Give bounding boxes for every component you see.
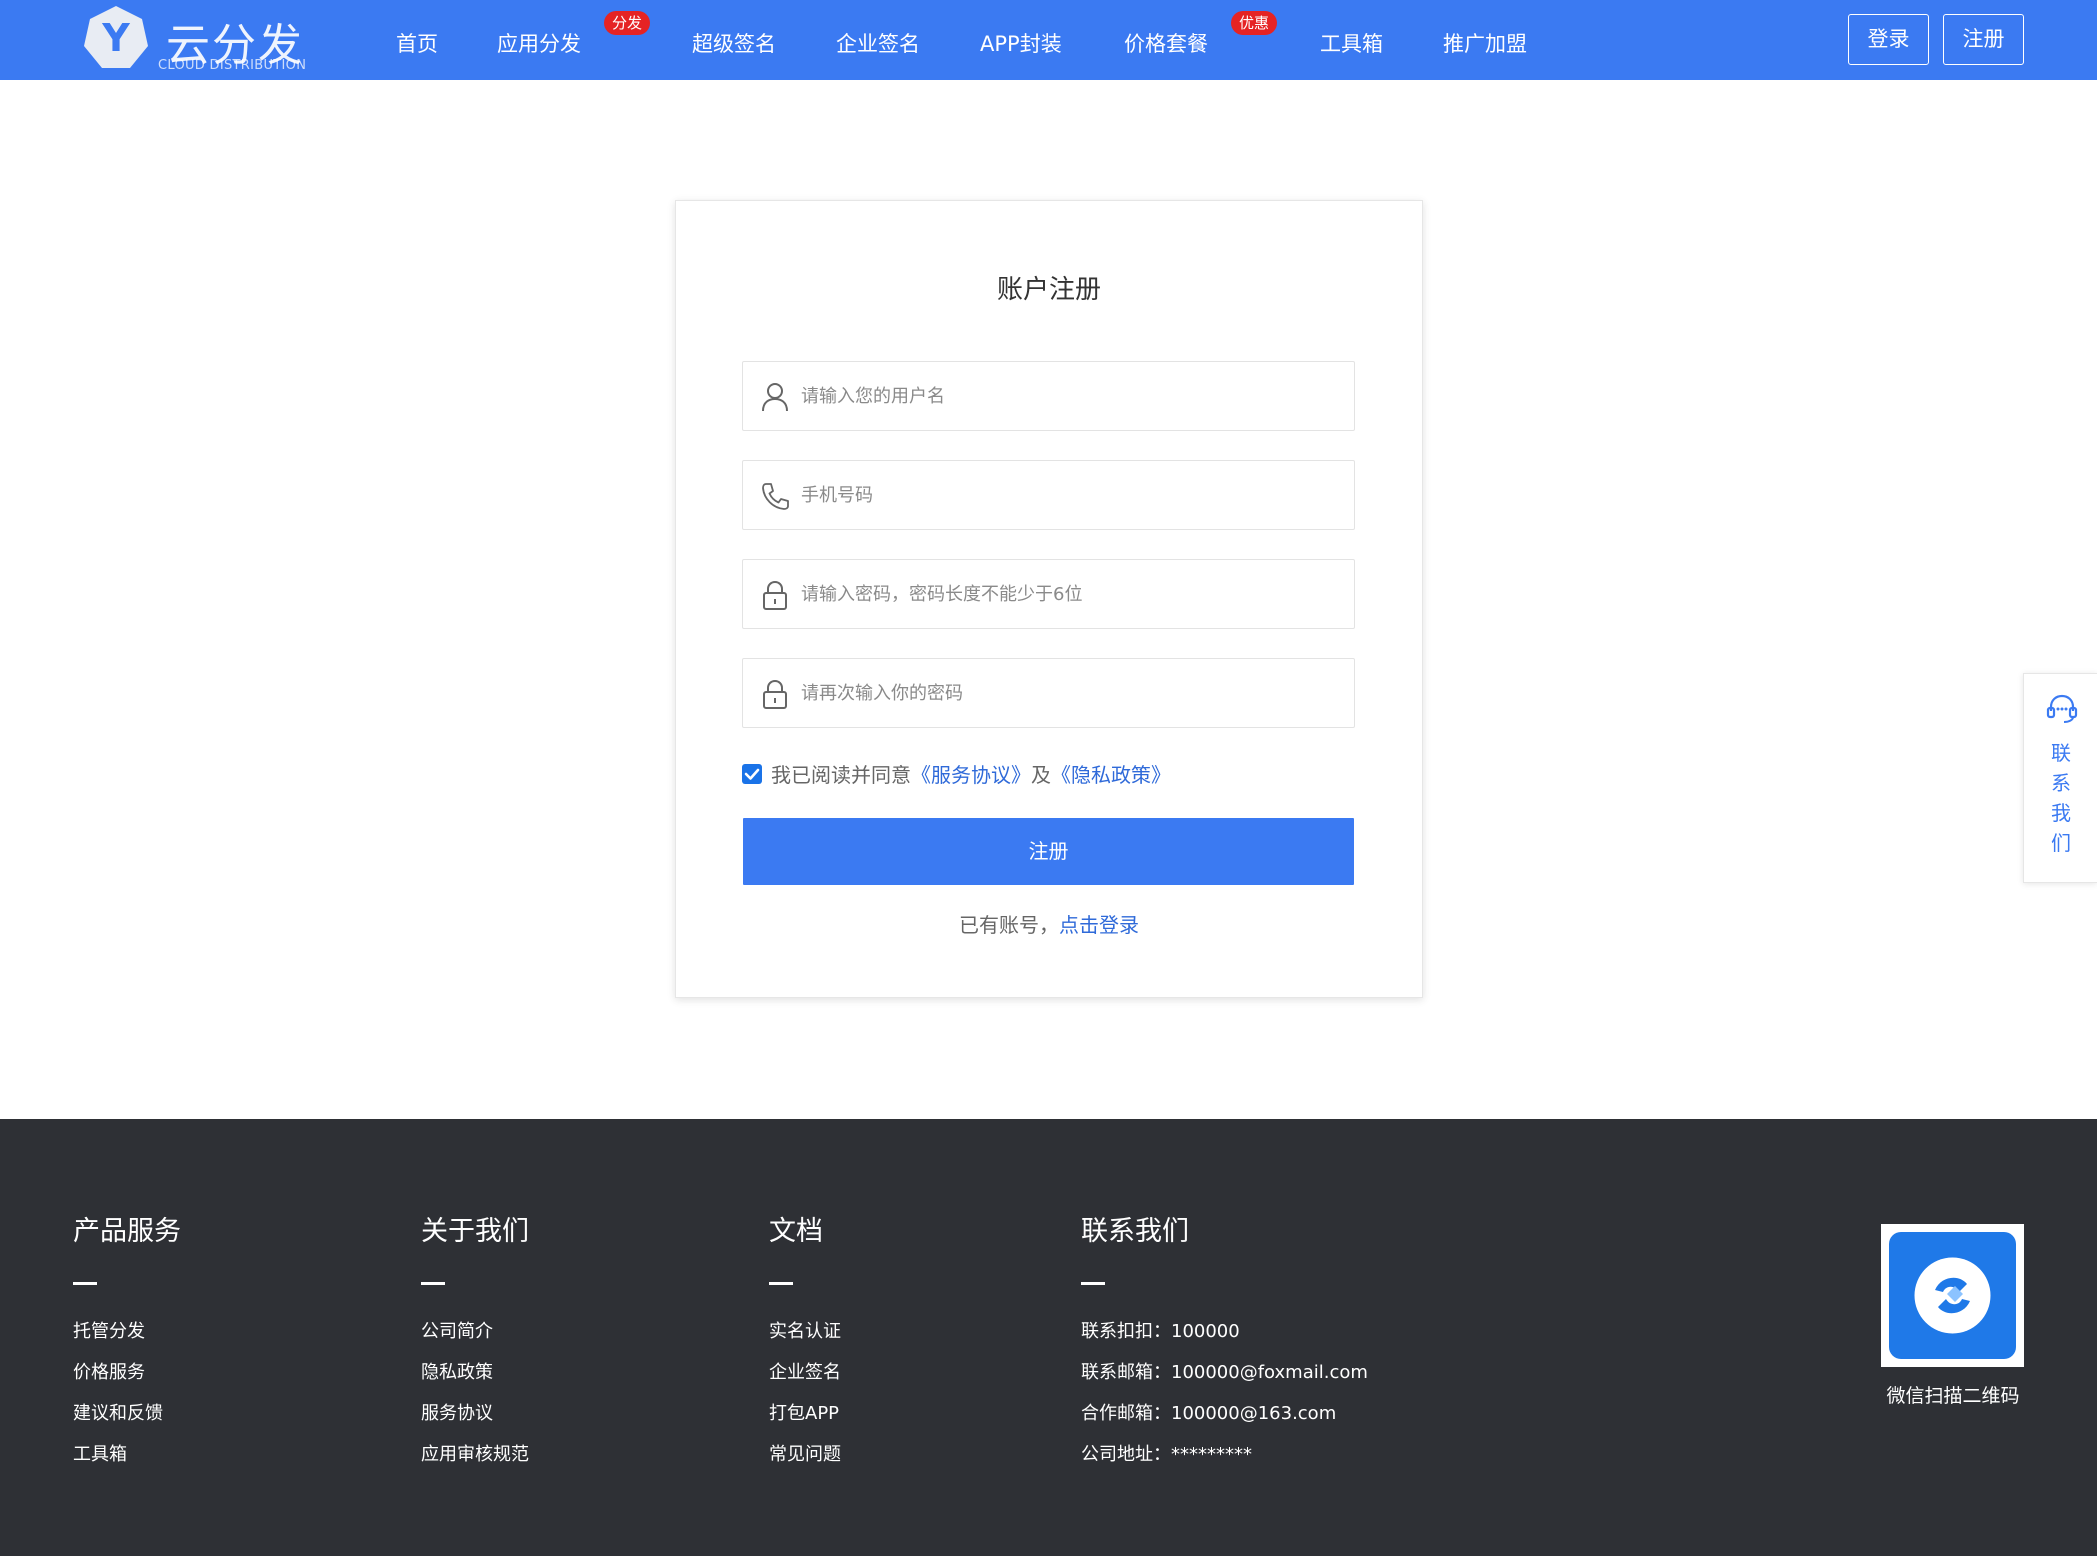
footer-link[interactable]: 企业签名 [769, 1352, 841, 1393]
agree-prefix: 我已阅读并同意 [771, 763, 911, 787]
nav-item-super-signature[interactable]: 超级签名 [692, 28, 776, 58]
user-icon [762, 383, 788, 412]
footer-link[interactable]: 实名认证 [769, 1311, 841, 1352]
footer-column-contact: 联系我们 联系扣扣：100000 联系邮箱：100000@foxmail.com… [1081, 1209, 1368, 1475]
contact-email: 联系邮箱：100000@foxmail.com [1081, 1362, 1368, 1383]
lock-icon [763, 580, 787, 610]
contact-us-label: 联系我们 [2051, 741, 2071, 855]
password-input[interactable] [801, 560, 1341, 628]
site-footer: 产品服务 托管分发 价格服务 建议和反馈 工具箱 关于我们 公司简介 隐私政策 … [0, 1119, 2097, 1556]
footer-link[interactable]: 常见问题 [769, 1434, 841, 1475]
nav-badge-discount: 优惠 [1231, 11, 1278, 35]
footer-divider [421, 1282, 445, 1285]
svg-text:Y: Y [101, 16, 130, 60]
footer-column-about: 关于我们 公司简介 隐私政策 服务协议 应用审核规范 [421, 1209, 529, 1475]
qr-caption: 微信扫描二维码 [1886, 1385, 2020, 1407]
phone-field[interactable] [742, 460, 1355, 530]
footer-link[interactable]: 打包APP [769, 1393, 841, 1434]
register-card: 账户注册 我已阅 [675, 200, 1423, 998]
business-email: 合作邮箱：100000@163.com [1081, 1403, 1337, 1424]
brand-logo[interactable]: Y 云分发 CLOUD DISTRIBUTION [82, 4, 306, 76]
company-address: 公司地址：********* [1081, 1444, 1252, 1465]
agree-and: 及 [1031, 763, 1051, 787]
login-prompt: 已有账号，点击登录 [676, 909, 1422, 938]
qr-app-tile [1889, 1232, 2016, 1359]
footer-divider [73, 1282, 97, 1285]
username-input[interactable] [801, 362, 1341, 430]
page-title: 账户注册 [996, 275, 1101, 305]
nav-item-home[interactable]: 首页 [396, 28, 438, 58]
agree-checkbox[interactable] [742, 764, 762, 784]
agreement-text: 我已阅读并同意《服务协议》及《隐私政策》 [771, 759, 1171, 788]
nav-item-toolbox[interactable]: 工具箱 [1320, 28, 1383, 58]
login-button[interactable]: 登录 [1848, 14, 1929, 65]
footer-divider [769, 1282, 793, 1285]
nav-item-app-packaging[interactable]: APP封装 [980, 28, 1062, 58]
brand-subtitle: CLOUD DISTRIBUTION [158, 58, 307, 73]
footer-heading: 产品服务 [73, 1216, 181, 1247]
footer-heading: 关于我们 [421, 1216, 529, 1247]
headset-icon [2046, 694, 2078, 723]
service-agreement-link[interactable]: 《服务协议》 [911, 763, 1031, 787]
footer-link[interactable]: 工具箱 [73, 1434, 181, 1475]
footer-link[interactable]: 应用审核规范 [421, 1434, 529, 1475]
login-link[interactable]: 点击登录 [1059, 913, 1139, 937]
nav-badge-distribution: 分发 [604, 11, 651, 35]
password-field[interactable] [742, 559, 1355, 629]
footer-column-docs: 文档 实名认证 企业签名 打包APP 常见问题 [769, 1209, 841, 1475]
phone-icon [762, 483, 789, 510]
contact-qq: 联系扣扣：100000 [1081, 1321, 1240, 1342]
footer-heading: 联系我们 [1081, 1216, 1189, 1247]
footer-link[interactable]: 托管分发 [73, 1311, 181, 1352]
top-nav-bar: Y 云分发 CLOUD DISTRIBUTION 首页 应用分发 分发 超级签名… [0, 0, 2097, 80]
register-button[interactable]: 注册 [1943, 14, 2024, 65]
footer-link[interactable]: 价格服务 [73, 1352, 181, 1393]
footer-link[interactable]: 隐私政策 [421, 1352, 529, 1393]
confirm-password-input[interactable] [801, 659, 1341, 727]
checkmark-icon [744, 768, 760, 780]
lock-icon [763, 679, 787, 709]
has-account-text: 已有账号， [959, 913, 1059, 937]
footer-heading: 文档 [769, 1216, 823, 1247]
footer-link[interactable]: 建议和反馈 [73, 1393, 181, 1434]
wechat-qr-code [1881, 1224, 2024, 1367]
phone-input[interactable] [801, 461, 1341, 529]
privacy-policy-link[interactable]: 《隐私政策》 [1051, 763, 1171, 787]
nav-item-app-distribution[interactable]: 应用分发 [497, 28, 581, 58]
confirm-password-field[interactable] [742, 658, 1355, 728]
footer-link[interactable]: 公司简介 [421, 1311, 529, 1352]
logo-badge-icon: Y [84, 6, 148, 68]
username-field[interactable] [742, 361, 1355, 431]
nav-item-enterprise-signature[interactable]: 企业签名 [836, 28, 920, 58]
app-logo-icon [1914, 1257, 1991, 1334]
footer-divider [1081, 1282, 1105, 1285]
floating-contact-button[interactable]: 联系我们 [2023, 673, 2097, 883]
footer-link[interactable]: 服务协议 [421, 1393, 529, 1434]
footer-column-products: 产品服务 托管分发 价格服务 建议和反馈 工具箱 [73, 1209, 181, 1475]
nav-item-pricing[interactable]: 价格套餐 [1124, 28, 1208, 58]
submit-register-button[interactable]: 注册 [743, 818, 1354, 885]
nav-item-partner[interactable]: 推广加盟 [1443, 28, 1527, 58]
